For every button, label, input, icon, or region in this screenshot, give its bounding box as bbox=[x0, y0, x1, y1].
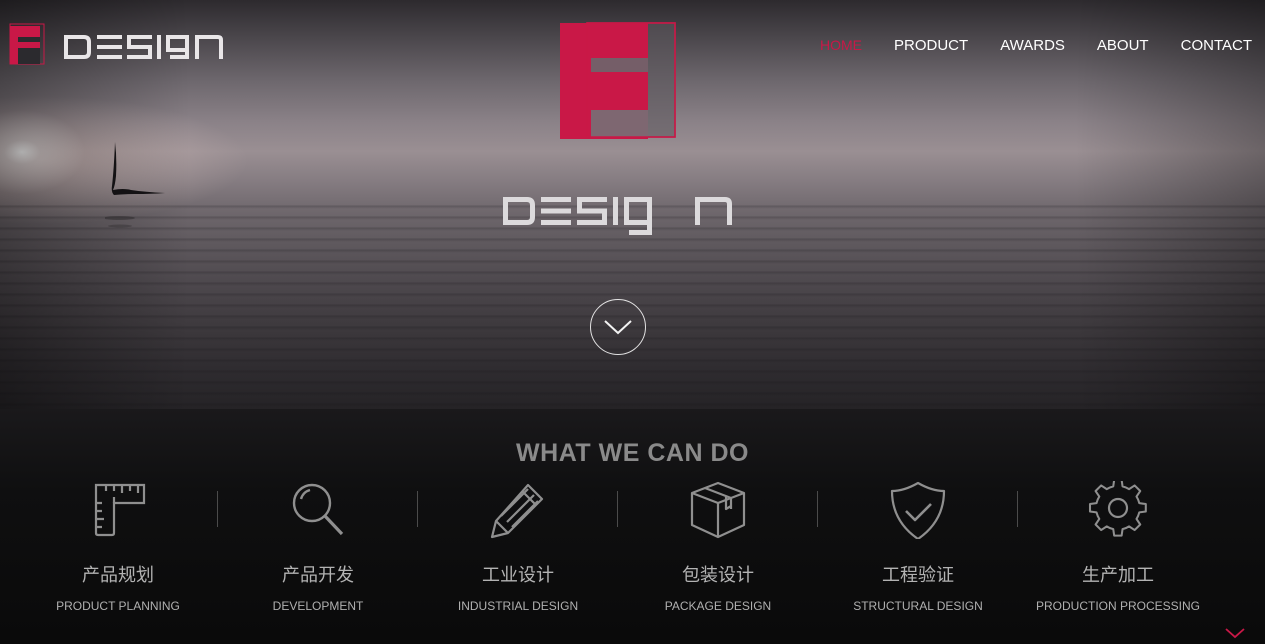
service-title-cn: 包装设计 bbox=[682, 565, 754, 586]
services-section: WHAT WE CAN DO 产品规划 PRODUCT PLANNING 产品开… bbox=[0, 409, 1265, 644]
magnifier-icon bbox=[292, 483, 344, 536]
shield-check-icon bbox=[890, 481, 946, 539]
nav-contact[interactable]: CONTACT bbox=[1165, 37, 1252, 54]
service-title-cn: 产品规划 bbox=[82, 565, 154, 586]
pencil-icon bbox=[490, 483, 544, 539]
service-product-planning[interactable]: 产品规划 PRODUCT PLANNING bbox=[18, 481, 218, 631]
brand-wordmark bbox=[503, 197, 732, 235]
site-logo[interactable] bbox=[9, 23, 225, 67]
service-title-en: PRODUCT PLANNING bbox=[56, 599, 180, 613]
nav-home[interactable]: HOME bbox=[804, 37, 878, 54]
nav-awards[interactable]: AWARDS bbox=[984, 37, 1081, 54]
service-title-cn: 工程验证 bbox=[882, 565, 954, 586]
service-structural-design[interactable]: 工程验证 STRUCTURAL DESIGN bbox=[818, 481, 1018, 631]
service-development[interactable]: 产品开发 DEVELOPMENT bbox=[218, 481, 418, 631]
chevron-down-icon bbox=[604, 320, 632, 335]
ruler-icon bbox=[94, 483, 146, 537]
service-title-en: DEVELOPMENT bbox=[272, 599, 364, 613]
box-icon bbox=[690, 481, 746, 539]
section-title: WHAT WE CAN DO bbox=[516, 439, 749, 467]
service-title-en: STRUCTURAL DESIGN bbox=[853, 599, 983, 613]
service-title-cn: 工业设计 bbox=[482, 565, 554, 586]
gear-icon bbox=[1088, 481, 1147, 537]
service-title-cn: 产品开发 bbox=[282, 565, 354, 586]
service-title-en: PRODUCTION PROCESSING bbox=[1035, 599, 1200, 613]
service-industrial-design[interactable]: 工业设计 INDUSTRIAL DESIGN bbox=[418, 481, 618, 631]
scroll-down-button[interactable] bbox=[590, 299, 646, 355]
bird-silhouette bbox=[105, 142, 165, 228]
services-list: 产品规划 PRODUCT PLANNING 产品开发 DEVELOPMENT 工… bbox=[18, 481, 1218, 631]
brand-mark-icon bbox=[560, 22, 676, 139]
hero-banner: HOME PRODUCT AWARDS ABOUT CONTACT bbox=[0, 0, 1265, 409]
service-title-cn: 生产加工 bbox=[1082, 565, 1154, 586]
page: HOME PRODUCT AWARDS ABOUT CONTACT WHAT W… bbox=[0, 0, 1265, 644]
service-title-en: INDUSTRIAL DESIGN bbox=[457, 599, 579, 613]
nav-product[interactable]: PRODUCT bbox=[878, 37, 984, 54]
service-package-design[interactable]: 包装设计 PACKAGE DESIGN bbox=[618, 481, 818, 631]
nav-about[interactable]: ABOUT bbox=[1081, 37, 1165, 54]
chevron-down-icon[interactable] bbox=[1224, 626, 1246, 640]
main-nav: HOME PRODUCT AWARDS ABOUT CONTACT bbox=[804, 37, 1252, 54]
service-title-en: PACKAGE DESIGN bbox=[664, 599, 772, 613]
logo-mark-icon bbox=[9, 23, 223, 65]
service-production-processing[interactable]: 生产加工 PRODUCTION PROCESSING bbox=[1018, 481, 1218, 631]
